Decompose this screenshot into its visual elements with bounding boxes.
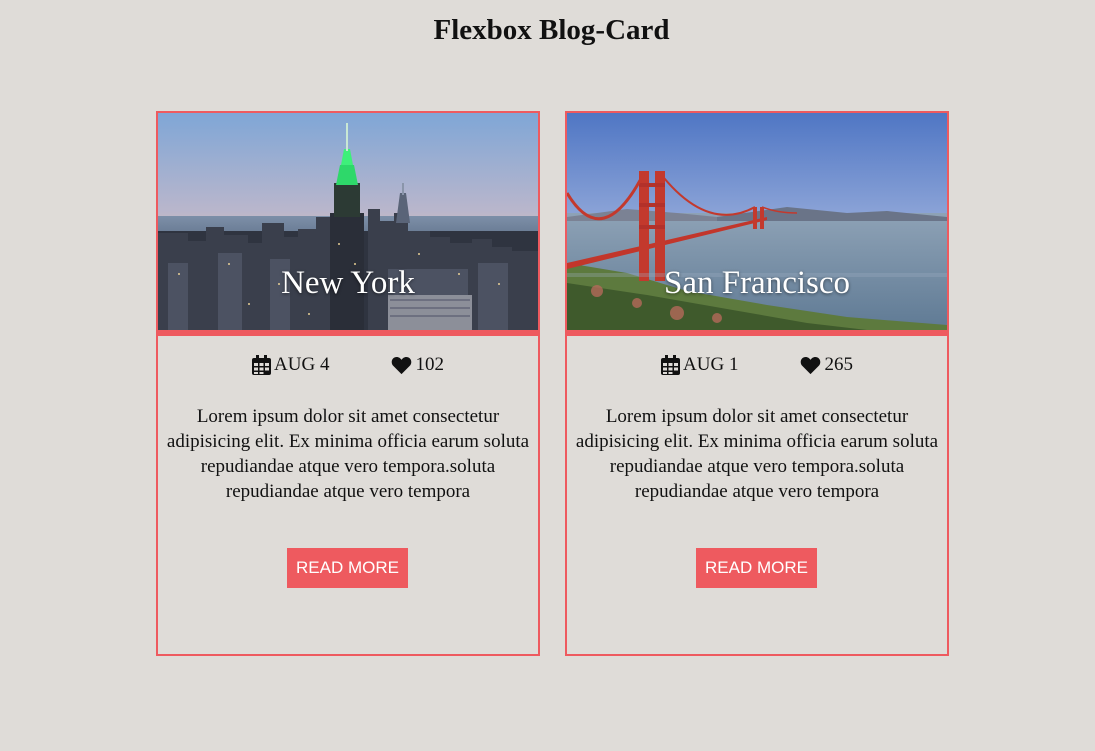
post-date: AUG 1 (683, 354, 739, 375)
card-title: New York (281, 265, 415, 301)
date-meta: AUG 1 (661, 354, 738, 376)
likes-meta: 102 (391, 354, 444, 376)
card-title: San Francisco (663, 265, 851, 301)
card-list: New York AUG 4 102 Lorem ipsum dolor sit… (156, 111, 949, 656)
read-more-button[interactable]: READ MORE (287, 548, 408, 588)
card-image-san-francisco: San Francisco (567, 113, 947, 336)
read-more-button[interactable]: READ MORE (696, 548, 817, 588)
card-meta: AUG 4 102 (158, 352, 538, 378)
post-date: AUG 4 (274, 354, 330, 375)
blog-card-san-francisco: San Francisco AUG 1 265 Lorem ipsum dolo… (565, 111, 949, 656)
card-image-new-york: New York (158, 113, 538, 336)
page-title: Flexbox Blog-Card (433, 14, 670, 46)
card-excerpt: Lorem ipsum dolor sit amet consectetur a… (166, 406, 530, 502)
heart-icon[interactable] (800, 356, 821, 375)
card-meta: AUG 1 265 (567, 352, 947, 378)
calendar-icon (661, 355, 681, 375)
calendar-icon (252, 355, 272, 375)
likes-count: 102 (415, 354, 444, 375)
date-meta: AUG 4 (252, 354, 329, 376)
heart-icon[interactable] (391, 356, 412, 375)
blog-card-new-york: New York AUG 4 102 Lorem ipsum dolor sit… (156, 111, 540, 656)
card-excerpt: Lorem ipsum dolor sit amet consectetur a… (575, 406, 939, 502)
likes-meta: 265 (800, 354, 853, 376)
likes-count: 265 (824, 354, 853, 375)
